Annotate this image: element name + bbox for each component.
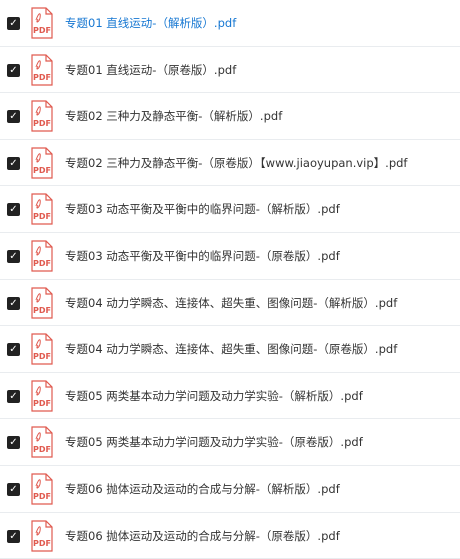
pdf-icon-label: PDF xyxy=(33,212,51,221)
pdf-icon-label: PDF xyxy=(33,166,51,175)
pdf-file-icon: PDF xyxy=(31,147,53,179)
pdf-icon-label: PDF xyxy=(33,26,51,35)
pdf-file-icon: PDF xyxy=(31,100,53,132)
file-checkbox[interactable]: ✓ xyxy=(7,156,20,170)
pdf-file-icon: PDF xyxy=(31,286,53,319)
file-checkbox[interactable]: ✓ xyxy=(7,110,20,124)
pdf-file-icon: PDF xyxy=(31,333,53,365)
file-row[interactable]: ✓ PDF 专题01 直线运动-（原卷版）.pdf xyxy=(0,47,460,94)
file-checkbox[interactable]: ✓ xyxy=(7,17,20,30)
pdf-icon-label: PDF xyxy=(33,119,51,128)
file-row[interactable]: ✓ PDF 专题01 直线运动-（解析版）.pdf xyxy=(0,0,460,47)
file-checkbox[interactable]: ✓ xyxy=(7,389,20,403)
pdf-file-icon: PDF xyxy=(31,53,53,86)
file-checkbox[interactable]: ✓ xyxy=(7,436,20,450)
file-name[interactable]: 专题03 动态平衡及平衡中的临界问题-（解析版）.pdf xyxy=(65,202,340,216)
file-name[interactable]: 专题02 三种力及静态平衡-（原卷版）【www.jiaoyupan.vip】.p… xyxy=(65,156,407,170)
pdf-icon-label: PDF xyxy=(33,73,51,82)
file-name[interactable]: 专题04 动力学瞬态、连接体、超失重、图像问题-（原卷版）.pdf xyxy=(65,342,397,356)
pdf-icon-label: PDF xyxy=(33,539,51,548)
file-checkbox[interactable]: ✓ xyxy=(7,483,20,496)
file-name[interactable]: 专题01 直线运动-（原卷版）.pdf xyxy=(65,63,236,77)
pdf-icon-label: PDF xyxy=(33,352,51,361)
file-name[interactable]: 专题05 两类基本动力学问题及动力学实验-（原卷版）.pdf xyxy=(65,435,363,449)
file-checkbox[interactable]: ✓ xyxy=(7,250,20,263)
file-row[interactable]: ✓ PDF 专题04 动力学瞬态、连接体、超失重、图像问题-（解析版）.pdf xyxy=(0,280,460,327)
file-name[interactable]: 专题01 直线运动-（解析版）.pdf xyxy=(65,16,236,30)
pdf-file-icon: PDF xyxy=(31,473,53,505)
file-row[interactable]: ✓ PDF 专题05 两类基本动力学问题及动力学实验-（原卷版）.pdf xyxy=(0,419,460,466)
file-row[interactable]: ✓ PDF 专题04 动力学瞬态、连接体、超失重、图像问题-（原卷版）.pdf xyxy=(0,326,460,373)
file-name[interactable]: 专题06 抛体运动及运动的合成与分解-（原卷版）.pdf xyxy=(65,529,340,543)
file-checkbox[interactable]: ✓ xyxy=(7,203,20,217)
pdf-file-icon: PDF xyxy=(31,193,53,225)
pdf-file-icon: PDF xyxy=(31,519,53,552)
file-row[interactable]: ✓ PDF 专题03 动态平衡及平衡中的临界问题-（原卷版）.pdf xyxy=(0,233,460,280)
file-checkbox[interactable]: ✓ xyxy=(7,343,20,357)
pdf-icon-label: PDF xyxy=(33,492,51,501)
file-row[interactable]: ✓ PDF 专题05 两类基本动力学问题及动力学实验-（解析版）.pdf xyxy=(0,373,460,420)
file-checkbox[interactable]: ✓ xyxy=(7,63,20,77)
file-name[interactable]: 专题06 抛体运动及运动的合成与分解-（解析版）.pdf xyxy=(65,482,340,496)
file-name[interactable]: 专题02 三种力及静态平衡-（解析版）.pdf xyxy=(65,109,282,123)
file-row[interactable]: ✓ PDF 专题06 抛体运动及运动的合成与分解-（解析版）.pdf xyxy=(0,466,460,513)
file-list: ✓ PDF 专题01 直线运动-（解析版）.pdf ✓ PDF 专题01 直线运动-（原卷… xyxy=(0,0,460,559)
pdf-icon-label: PDF xyxy=(33,445,51,454)
file-checkbox[interactable]: ✓ xyxy=(7,296,20,310)
file-row[interactable]: ✓ PDF 专题06 抛体运动及运动的合成与分解-（原卷版）.pdf xyxy=(0,513,460,559)
pdf-file-icon: PDF xyxy=(31,380,53,412)
file-checkbox[interactable]: ✓ xyxy=(7,529,20,543)
file-row[interactable]: ✓ PDF 专题03 动态平衡及平衡中的临界问题-（解析版）.pdf xyxy=(0,186,460,233)
file-row[interactable]: ✓ PDF 专题02 三种力及静态平衡-（解析版）.pdf xyxy=(0,93,460,140)
file-name[interactable]: 专题04 动力学瞬态、连接体、超失重、图像问题-（解析版）.pdf xyxy=(65,296,397,310)
pdf-file-icon: PDF xyxy=(31,426,53,458)
file-name[interactable]: 专题03 动态平衡及平衡中的临界问题-（原卷版）.pdf xyxy=(65,249,340,263)
pdf-icon-label: PDF xyxy=(33,259,51,268)
file-name[interactable]: 专题05 两类基本动力学问题及动力学实验-（解析版）.pdf xyxy=(65,389,363,403)
pdf-file-icon: PDF xyxy=(31,7,53,39)
pdf-icon-label: PDF xyxy=(33,306,51,315)
pdf-icon-label: PDF xyxy=(33,399,51,408)
pdf-file-icon: PDF xyxy=(31,240,53,272)
file-row[interactable]: ✓ PDF 专题02 三种力及静态平衡-（原卷版）【www.jiaoyupan.vi… xyxy=(0,140,460,187)
